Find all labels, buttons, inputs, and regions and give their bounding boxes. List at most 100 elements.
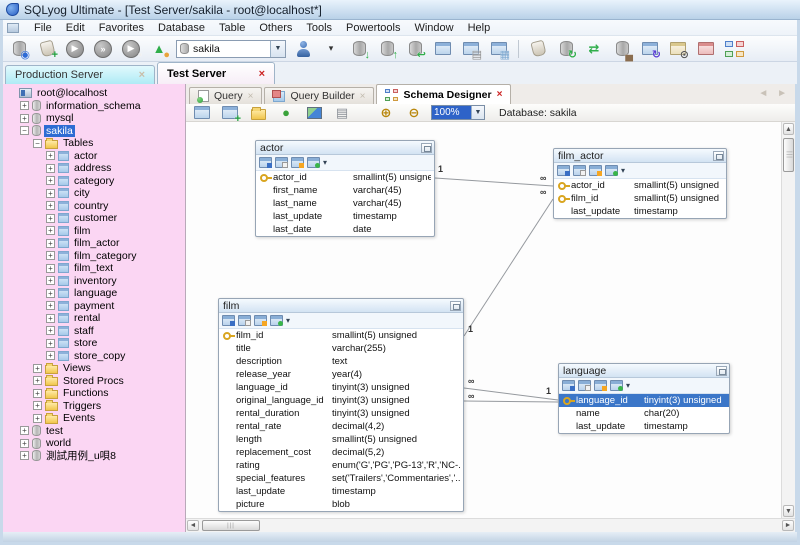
table-settings-icon[interactable] bbox=[291, 157, 304, 168]
field-row-picture[interactable]: pictureblob bbox=[219, 498, 463, 511]
expand-icon[interactable]: + bbox=[33, 376, 42, 385]
expand-icon[interactable]: + bbox=[46, 301, 55, 310]
menu-powertools[interactable]: Powertools bbox=[339, 21, 407, 35]
field-row-language_id[interactable]: language_idtinyint(3) unsigned bbox=[559, 394, 729, 407]
expand-icon[interactable]: + bbox=[46, 239, 55, 248]
tree-item-storedprocs[interactable]: +Stored Procs bbox=[3, 375, 185, 388]
expand-icon[interactable]: + bbox=[20, 451, 29, 460]
expand-icon[interactable]: + bbox=[46, 201, 55, 210]
expand-icon[interactable]: + bbox=[33, 414, 42, 423]
create-relation-icon[interactable] bbox=[270, 315, 283, 326]
menu-table[interactable]: Table bbox=[212, 21, 252, 35]
tree-item-actor[interactable]: +actor bbox=[3, 150, 185, 163]
close-tab-icon[interactable]: × bbox=[139, 69, 145, 81]
tree-item-sakila[interactable]: −sakila bbox=[3, 125, 185, 138]
menu-file[interactable]: File bbox=[27, 21, 59, 35]
horizontal-scroll-thumb[interactable]: ||| bbox=[202, 520, 260, 531]
execute-query-icon[interactable]: ▶ bbox=[64, 39, 86, 59]
tree-item-film_text[interactable]: +film_text bbox=[3, 262, 185, 275]
combo-caret-icon[interactable]: ▼ bbox=[270, 41, 285, 57]
close-tab-icon[interactable]: × bbox=[259, 68, 265, 80]
scheduled-backup-icon[interactable]: ↻ bbox=[639, 39, 661, 59]
field-row-title[interactable]: titlevarchar(255) bbox=[219, 342, 463, 355]
table-header[interactable]: actor bbox=[256, 141, 434, 155]
expand-icon[interactable]: + bbox=[46, 326, 55, 335]
field-row-rental_duration[interactable]: rental_durationtinyint(3) unsigned bbox=[219, 407, 463, 420]
scroll-up-button[interactable]: ▲ bbox=[783, 123, 794, 135]
menu-window[interactable]: Window bbox=[407, 21, 460, 35]
field-row-special_features[interactable]: special_featuresset('Trailers','Commenta… bbox=[219, 472, 463, 485]
tree-item-country[interactable]: +country bbox=[3, 200, 185, 213]
tree-item-staff[interactable]: +staff bbox=[3, 325, 185, 338]
field-row-first_name[interactable]: first_namevarchar(45) bbox=[256, 184, 434, 197]
execute-to-cursor-icon[interactable]: ▶▪ bbox=[120, 39, 142, 59]
tab-query[interactable]: Query× bbox=[189, 87, 262, 104]
tab-scroll-arrows[interactable]: ◄ ► bbox=[758, 88, 790, 99]
tab-schema-designer[interactable]: Schema Designer× bbox=[376, 84, 511, 104]
tree-item-tables[interactable]: −Tables bbox=[3, 137, 185, 150]
schema-designer-launcher-icon[interactable] bbox=[723, 39, 745, 59]
tree-item-city[interactable]: +city bbox=[3, 187, 185, 200]
field-row-last_update[interactable]: last_updatetimestamp bbox=[219, 485, 463, 498]
field-row-last_update[interactable]: last_updatetimestamp bbox=[256, 210, 434, 223]
field-row-rating[interactable]: ratingenum('G','PG','PG-13','R','NC-... bbox=[219, 459, 463, 472]
database-migration-icon[interactable]: ▄ bbox=[611, 39, 633, 59]
field-row-original_language_id[interactable]: original_language_idtinyint(3) unsigned bbox=[219, 394, 463, 407]
menu-database[interactable]: Database bbox=[151, 21, 212, 35]
alter-table-icon[interactable] bbox=[557, 165, 570, 176]
field-row-name[interactable]: namechar(20) bbox=[559, 407, 729, 420]
table-structure-icon[interactable]: ▤ bbox=[460, 39, 482, 59]
more-options-caret[interactable]: ▾ bbox=[621, 166, 625, 175]
alter-table-icon[interactable] bbox=[562, 380, 575, 391]
table-settings-icon[interactable] bbox=[589, 165, 602, 176]
tree-item-events[interactable]: +Events bbox=[3, 412, 185, 425]
database-combo[interactable]: sakila▼ bbox=[176, 40, 286, 58]
field-row-actor_id[interactable]: actor_idsmallint(5) unsigned bbox=[554, 179, 726, 192]
expand-icon[interactable]: + bbox=[46, 151, 55, 160]
field-row-last_update[interactable]: last_updatetimestamp bbox=[559, 420, 729, 433]
new-schema-icon[interactable] bbox=[191, 103, 213, 123]
table-header[interactable]: film bbox=[219, 299, 463, 313]
tree-item-rental[interactable]: +rental bbox=[3, 312, 185, 325]
zoom-in-icon[interactable]: ⊕ bbox=[375, 103, 397, 123]
tree-item-store_copy[interactable]: +store_copy bbox=[3, 350, 185, 363]
relation-line-film-film_actor[interactable] bbox=[464, 199, 553, 336]
field-row-film_id[interactable]: film_idsmallint(5) unsigned bbox=[554, 192, 726, 205]
expand-icon[interactable]: + bbox=[20, 439, 29, 448]
insert-update-data-icon[interactable] bbox=[432, 39, 454, 59]
collapse-icon[interactable]: − bbox=[20, 126, 29, 135]
relation-line-film-language[interactable] bbox=[464, 388, 558, 400]
expand-icon[interactable]: + bbox=[20, 114, 29, 123]
collapse-icon[interactable]: − bbox=[33, 139, 42, 148]
job-agent-icon[interactable]: ⊙ bbox=[667, 39, 689, 59]
visual-data-compare-icon[interactable] bbox=[695, 39, 717, 59]
zoom-combo-caret-icon[interactable]: ▼ bbox=[471, 106, 484, 119]
diagram-table-actor[interactable]: actor▾actor_idsmallint(5) unsignedfirst_… bbox=[255, 140, 435, 237]
expand-icon[interactable]: + bbox=[46, 176, 55, 185]
close-table-icon[interactable] bbox=[450, 301, 461, 311]
table-header[interactable]: film_actor bbox=[554, 149, 726, 163]
tree-item-views[interactable]: +Views bbox=[3, 362, 185, 375]
title-bar[interactable]: SQLyog Ultimate - [Test Server/sakila - … bbox=[0, 0, 800, 20]
field-row-description[interactable]: descriptiontext bbox=[219, 355, 463, 368]
expand-icon[interactable]: + bbox=[46, 226, 55, 235]
expand-icon[interactable]: + bbox=[46, 351, 55, 360]
field-row-length[interactable]: lengthsmallint(5) unsigned bbox=[219, 433, 463, 446]
expand-icon[interactable]: + bbox=[46, 189, 55, 198]
tree-item-triggers[interactable]: +Triggers bbox=[3, 400, 185, 413]
connection-tab-test-server[interactable]: Test Server× bbox=[157, 62, 275, 84]
alter-table-icon[interactable] bbox=[222, 315, 235, 326]
create-relation-icon[interactable] bbox=[307, 157, 320, 168]
close-tab-icon[interactable]: × bbox=[497, 89, 503, 100]
expand-icon[interactable]: + bbox=[46, 214, 55, 223]
data-compare-icon[interactable]: ⇄ bbox=[583, 39, 605, 59]
field-row-last_name[interactable]: last_namevarchar(45) bbox=[256, 197, 434, 210]
tree-item-customer[interactable]: +customer bbox=[3, 212, 185, 225]
manage-indexes-icon[interactable] bbox=[238, 315, 251, 326]
table-settings-icon[interactable] bbox=[594, 380, 607, 391]
field-row-last_date[interactable]: last_datedate bbox=[256, 223, 434, 236]
vertical-scroll-thumb[interactable]: ||| bbox=[783, 138, 794, 172]
sync-database-icon[interactable]: ↻ bbox=[555, 39, 577, 59]
user-manager-icon[interactable] bbox=[292, 39, 314, 59]
expand-icon[interactable]: + bbox=[46, 289, 55, 298]
